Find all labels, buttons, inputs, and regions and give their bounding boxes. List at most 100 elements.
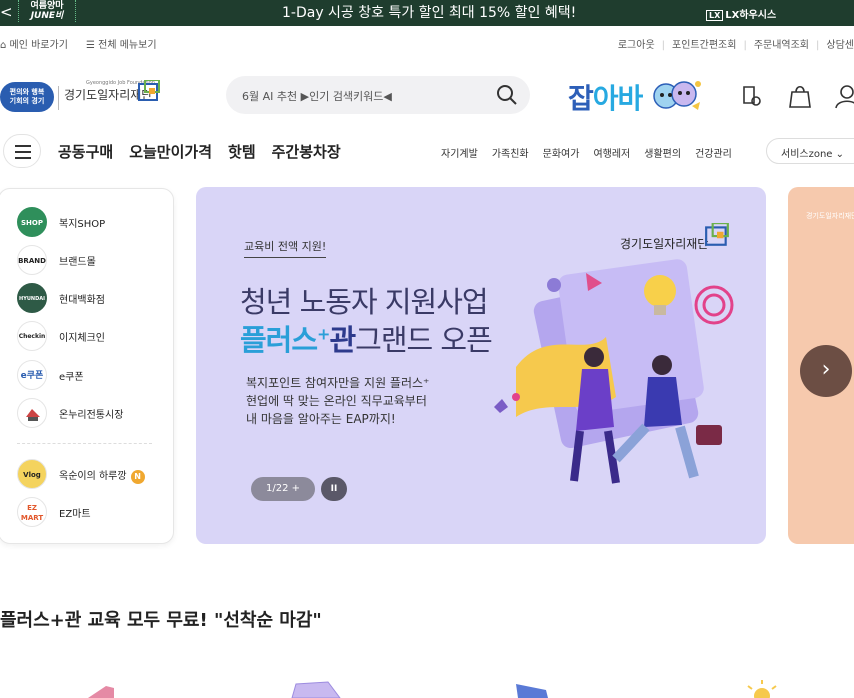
account-links: 로그아웃 | 포인트간편조회 | 주문내역조회 | 상담센: [618, 36, 854, 51]
menu-lines-icon: ☰: [86, 40, 99, 51]
gyeonggi-badge-logo[interactable]: 편의와 행복 기회의 경기: [0, 82, 54, 112]
foundation-mark-icon: [138, 80, 160, 101]
foundation-mark-icon: [705, 223, 729, 246]
banner-next-button[interactable]: ›: [800, 345, 852, 397]
home-link-label: 메인 바로가기: [9, 40, 68, 51]
promo-text[interactable]: 1-Day 시공 창호 특가 할인 최대 15% 할인 혜택!: [282, 2, 576, 22]
banner-pill: 교육비 전액 지원!: [244, 238, 327, 258]
search-input[interactable]: 6월 AI 추천 ▶인기 검색키워드◀: [242, 88, 392, 104]
promo-topbar[interactable]: < 여름양마 JUNE비 1-Day 시공 창호 특가 할인 최대 15% 할인…: [0, 0, 854, 26]
search-box[interactable]: 6월 AI 추천 ▶인기 검색키워드◀: [226, 76, 530, 114]
user-icon[interactable]: [834, 83, 854, 109]
all-menu-link[interactable]: ☰ 전체 메뉴보기: [86, 36, 157, 51]
nav-family-friendly[interactable]: 가족친화: [492, 149, 529, 160]
quick-item-label: e쿠폰: [59, 372, 84, 383]
chevron-down-icon: ⌄: [832, 149, 845, 160]
quick-item-vlog[interactable]: Vlog 옥순이의 하루깡 N: [17, 459, 167, 489]
logo-divider: [58, 86, 59, 110]
ez-mart-icon: EZ MART: [17, 497, 47, 527]
new-badge: N: [130, 470, 145, 484]
quick-item-brand-mall[interactable]: BRAND 브랜드몰: [17, 245, 167, 275]
section-thumbnails: [88, 680, 777, 698]
bag-icon[interactable]: [787, 83, 813, 109]
badge-line1: 편의와 행복: [9, 88, 45, 96]
jobaba-logo-part1: 잡: [568, 82, 594, 115]
june-line1: 여름양마: [30, 1, 64, 11]
service-zone-label: 서비스zone: [781, 149, 833, 160]
banner-title-line1: 청년 노동자 지원사업: [240, 285, 489, 319]
peek-banner-text: 경기도일자리재단: [806, 212, 854, 220]
quick-item-easy-checkin[interactable]: Checkin 이지체크인: [17, 321, 167, 351]
nav-culture-leisure[interactable]: 문화여가: [543, 149, 580, 160]
quick-item-label: 브랜드몰: [59, 257, 96, 268]
quick-item-ez-mart[interactable]: EZ MART EZ마트: [17, 497, 167, 527]
vlog-icon: Vlog: [17, 459, 47, 489]
hyundai-icon: HYUNDAI: [17, 283, 47, 313]
lx-hausys-logo[interactable]: LX LX하우시스: [706, 6, 776, 21]
banner-desc-line: 복지포인트 참여자만을 지원 플러스⁺: [246, 376, 430, 390]
banner-pause-button[interactable]: II: [321, 477, 347, 501]
separator: |: [816, 40, 820, 51]
search-icon[interactable]: [496, 84, 518, 106]
banner-counter-button[interactable]: 1/22 +: [251, 477, 315, 501]
banner-title-gwan: 관: [329, 323, 356, 357]
nav-hot-items[interactable]: 핫템: [228, 143, 256, 161]
banner-title-sup: +: [317, 324, 330, 344]
june-line2: JUNE비: [30, 11, 64, 21]
nav-travel-leisure[interactable]: 여행레저: [593, 149, 630, 160]
banner-illustration: [494, 259, 734, 484]
quick-item-onnuri-market[interactable]: 온누리전통시장: [17, 398, 167, 428]
promo-prev-button[interactable]: <: [0, 3, 13, 21]
main-nav: 공동구매 오늘만이가격 핫템 주간봉차장: [58, 141, 357, 162]
lx-label: LX하우시스: [725, 10, 777, 21]
shop-icon: SHOP: [17, 207, 47, 237]
quick-item-label: 옥순이의 하루깡 N: [59, 467, 145, 484]
banner-desc-line: 내 마음을 알아주는 EAP까지!: [246, 412, 396, 426]
bell-icon[interactable]: [738, 83, 764, 109]
quick-item-welfare-shop[interactable]: SHOP 복지SHOP: [17, 207, 167, 237]
market-icon: [17, 398, 47, 428]
nav-self-development[interactable]: 자기계발: [441, 149, 478, 160]
jobaba-logo[interactable]: 잡아바: [568, 77, 644, 117]
menu-line: [15, 145, 31, 147]
badge-line2: 기회의 경기: [9, 97, 45, 105]
service-zone-dropdown[interactable]: 서비스zone ⌄: [766, 138, 854, 164]
category-nav: 자기계발 가족친화 문화여가 여행레저 생활편의 건강관리: [441, 145, 746, 160]
banner-title-line2: 플러스+관그랜드 오픈: [240, 317, 493, 359]
point-check-link[interactable]: 포인트간편조회: [672, 40, 736, 51]
hamburger-menu-button[interactable]: [3, 134, 41, 168]
home-icon: ⌂: [0, 40, 10, 51]
nav-life-convenience[interactable]: 생활편의: [644, 149, 681, 160]
logout-link[interactable]: 로그아웃: [618, 40, 655, 51]
main-banner[interactable]: 교육비 전액 지원! 경기도일자리재단 청년 노동자 지원사업 플러스+관그랜드…: [196, 187, 766, 544]
lx-mark: LX: [706, 10, 724, 21]
vlog-label: 옥순이의 하루깡: [59, 471, 127, 482]
checkin-icon: Checkin: [17, 321, 47, 351]
quick-item-label: 온누리전통시장: [59, 410, 124, 421]
jobaba-logo-part2: 아바: [592, 82, 644, 115]
support-center-link[interactable]: 상담센: [826, 40, 854, 51]
quick-menu-divider: [17, 443, 152, 444]
nav-today-price[interactable]: 오늘만이가격: [129, 143, 212, 161]
nav-health[interactable]: 건강관리: [695, 149, 732, 160]
ecoupon-icon: e쿠폰: [17, 360, 47, 390]
nav-weekly-volunteer[interactable]: 주간봉차장: [272, 143, 341, 161]
utility-bar: ⌂ 메인 바로가기 ☰ 전체 메뉴보기 로그아웃 | 포인트간편조회 | 주문내역조회 |…: [0, 34, 854, 52]
quick-item-label: 이지체크인: [59, 333, 105, 344]
june-event-logo[interactable]: 여름양마 JUNE비: [18, 0, 76, 22]
mascot-icon: [653, 81, 701, 110]
quick-item-ecoupon[interactable]: e쿠폰 e쿠폰: [17, 360, 167, 390]
home-link[interactable]: ⌂ 메인 바로가기: [0, 36, 68, 51]
all-menu-label: 전체 메뉴보기: [98, 40, 157, 51]
quick-item-label: 현대백화점: [59, 295, 105, 306]
quick-item-hyundai[interactable]: HYUNDAI 현대백화점: [17, 283, 167, 313]
menu-line: [15, 157, 31, 159]
menu-line: [15, 151, 31, 153]
banner-title-rest: 그랜드 오픈: [355, 323, 493, 357]
banner-title-plus: 플러스: [240, 323, 318, 357]
nav-group-buy[interactable]: 공동구매: [58, 143, 113, 161]
brand-mall-icon: BRAND: [17, 245, 47, 275]
separator: |: [743, 40, 747, 51]
quick-item-label: EZ마트: [59, 509, 91, 520]
order-history-link[interactable]: 주문내역조회: [754, 40, 809, 51]
